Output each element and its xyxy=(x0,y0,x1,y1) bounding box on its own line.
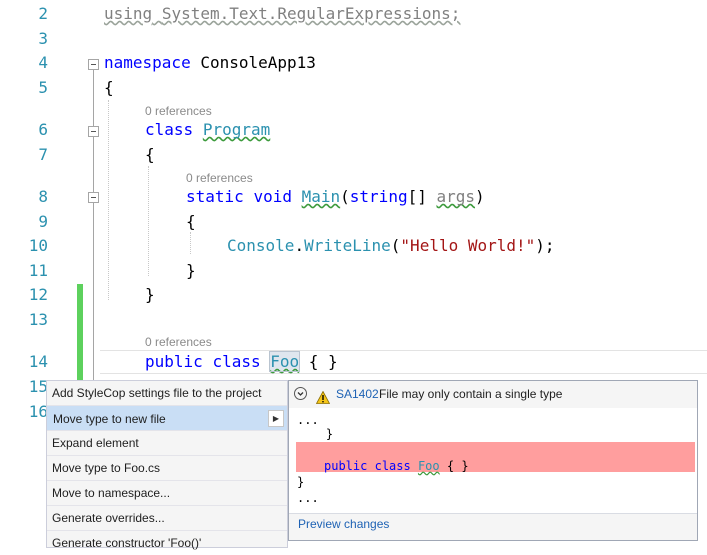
preview-brace: } xyxy=(297,475,305,489)
paren: ) xyxy=(475,187,485,206)
static-keyword: static xyxy=(186,187,244,206)
preview-removed-line: public class Foo { } xyxy=(324,458,469,474)
dot: . xyxy=(294,236,305,255)
preview-brace: } xyxy=(297,427,334,441)
brace: { xyxy=(186,212,196,231)
using-namespace: System.Text.RegularExpressions; xyxy=(161,4,461,23)
code-line: 5 { xyxy=(0,76,707,100)
line-number: 10 xyxy=(28,236,48,255)
string-literal: "Hello World!" xyxy=(400,236,536,255)
menu-item-generate-overrides[interactable]: Generate overrides... xyxy=(47,506,287,530)
submenu-arrow-icon[interactable]: ▶ xyxy=(268,410,284,427)
quick-actions-menu: Add StyleCop settings file to the projec… xyxy=(46,380,288,550)
menu-item-add-stylecop-settings[interactable]: Add StyleCop settings file to the projec… xyxy=(47,381,287,405)
brace: } xyxy=(145,285,155,304)
line-number: 9 xyxy=(38,212,48,231)
menu-item-move-to-namespace[interactable]: Move to namespace... xyxy=(47,481,287,505)
menu-item-expand-element[interactable]: Expand element xyxy=(47,431,287,455)
class-name-foo: Foo xyxy=(417,459,440,473)
line-number: 6 xyxy=(38,120,48,139)
line-number: 14 xyxy=(28,352,48,371)
class-keyword: class xyxy=(212,352,261,371)
preview-code: ... } public class Foo { } } ... xyxy=(289,408,697,514)
class-keyword: class xyxy=(145,120,194,139)
code-line: 13 xyxy=(0,308,707,332)
references-codelens[interactable]: 0 references xyxy=(145,104,212,118)
method-writeline[interactable]: WriteLine xyxy=(304,236,391,255)
class-body: { } xyxy=(299,352,338,371)
brace: { xyxy=(145,145,155,164)
line-number: 15 xyxy=(28,377,48,396)
code-line: 4 namespace ConsoleApp13 xyxy=(0,51,707,75)
array-brackets: [] xyxy=(407,187,437,206)
line-number: 8 xyxy=(38,187,48,206)
using-keyword: using xyxy=(104,4,153,23)
preview-changes-link[interactable]: Preview changes xyxy=(298,516,389,532)
menu-item-move-type-to-foo-cs[interactable]: Move type to Foo.cs xyxy=(47,456,287,480)
void-keyword: void xyxy=(253,187,292,206)
code-line: 12 } xyxy=(0,283,707,307)
preview-panel: SA1402 File may only contain a single ty… xyxy=(288,380,698,541)
expand-chevron-icon[interactable] xyxy=(294,387,307,400)
menu-item-move-type-to-new-file[interactable]: Move type to new file ▶ xyxy=(47,406,287,430)
line-number: 2 xyxy=(38,4,48,23)
public-keyword: public xyxy=(324,459,368,473)
code-line: 10 Console.WriteLine("Hello World!"); xyxy=(0,234,707,258)
class-name-program[interactable]: Program xyxy=(203,120,270,139)
line-number: 5 xyxy=(38,78,48,97)
references-codelens[interactable]: 0 references xyxy=(186,171,253,185)
code-line: 8 static void Main(string[] args) xyxy=(0,185,707,209)
public-keyword: public xyxy=(145,352,203,371)
namespace-keyword: namespace xyxy=(104,53,191,72)
paren: ( xyxy=(390,236,401,255)
line-number: 7 xyxy=(38,145,48,164)
code-line: 11 } xyxy=(0,259,707,283)
code-line: 9 { xyxy=(0,210,707,234)
menu-item-generate-constructor[interactable]: Generate constructor 'Foo()' xyxy=(47,531,287,555)
using-statement[interactable]: using System.Text.RegularExpressions; xyxy=(104,2,460,26)
rule-code-link[interactable]: SA1402 xyxy=(336,381,379,408)
references-codelens[interactable]: 0 references xyxy=(145,335,212,349)
class-body: { } xyxy=(439,459,469,473)
type-console[interactable]: Console xyxy=(227,236,294,255)
brace: } xyxy=(186,261,196,280)
class-keyword: class xyxy=(374,459,411,473)
line-number: 3 xyxy=(38,29,48,48)
string-keyword: string xyxy=(349,187,408,206)
code-line: 7 { xyxy=(0,143,707,167)
code-line: 14 public class Foo { } xyxy=(0,350,707,374)
param-args[interactable]: args xyxy=(436,187,475,206)
line-number: 13 xyxy=(28,310,48,329)
line-number: 12 xyxy=(28,285,48,304)
code-line: 2 using System.Text.RegularExpressions; xyxy=(0,2,707,26)
line-number: 16 xyxy=(28,402,48,421)
brace: { xyxy=(104,78,114,97)
line-number: 4 xyxy=(38,53,48,72)
rule-message: File may only contain a single type xyxy=(379,387,563,401)
method-name-main[interactable]: Main xyxy=(302,187,341,206)
paren: ( xyxy=(340,187,350,206)
code-line: 6 class Program xyxy=(0,118,707,142)
class-name-foo[interactable]: Foo xyxy=(269,351,301,372)
preview-ellipsis: ... xyxy=(297,491,319,505)
namespace-name[interactable]: ConsoleApp13 xyxy=(200,53,316,72)
preview-header: SA1402 File may only contain a single ty… xyxy=(289,381,697,409)
paren: ); xyxy=(535,236,555,255)
line-number: 11 xyxy=(28,261,48,280)
menu-item-label: Move type to new file xyxy=(53,412,166,426)
code-line: 3 xyxy=(0,27,707,51)
